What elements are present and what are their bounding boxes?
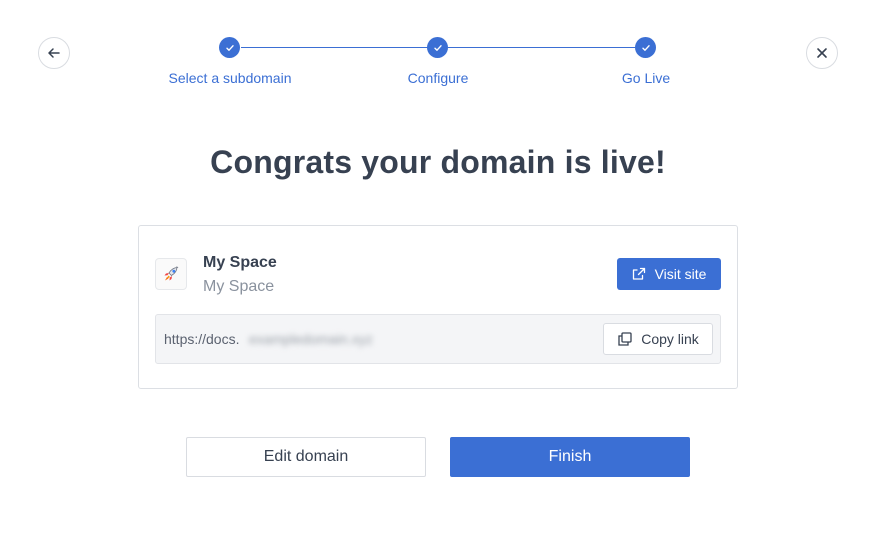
site-url-prefix: https://docs.: [164, 331, 240, 347]
copy-link-button[interactable]: Copy link: [603, 323, 713, 355]
step-connector: [448, 47, 635, 48]
finish-button[interactable]: Finish: [450, 437, 690, 477]
site-card: My Space My Space Visit site https://doc…: [138, 225, 738, 389]
rocket-icon: [155, 258, 187, 290]
site-url-redacted: exampledomain.xyz: [249, 331, 373, 347]
site-title: My Space: [203, 254, 277, 271]
site-url-field: https://docs. exampledomain.xyz Copy lin…: [155, 314, 721, 364]
step-connector: [241, 47, 428, 48]
step-1-check-icon: [219, 37, 240, 58]
step-label-select-subdomain[interactable]: Select a subdomain: [169, 70, 292, 86]
step-3-check-icon: [635, 37, 656, 58]
step-label-go-live[interactable]: Go Live: [622, 70, 670, 86]
site-subtitle: My Space: [203, 278, 275, 295]
edit-domain-button[interactable]: Edit domain: [186, 437, 426, 477]
step-label-configure[interactable]: Configure: [408, 70, 469, 86]
external-link-icon: [632, 267, 645, 280]
visit-site-label: Visit site: [654, 266, 707, 282]
copy-link-label: Copy link: [641, 331, 699, 347]
progress-stepper: Select a subdomain Configure Go Live: [0, 0, 876, 100]
step-2-check-icon: [427, 37, 448, 58]
copy-icon: [618, 332, 632, 346]
page-title: Congrats your domain is live!: [210, 144, 666, 180]
visit-site-button[interactable]: Visit site: [617, 258, 721, 290]
